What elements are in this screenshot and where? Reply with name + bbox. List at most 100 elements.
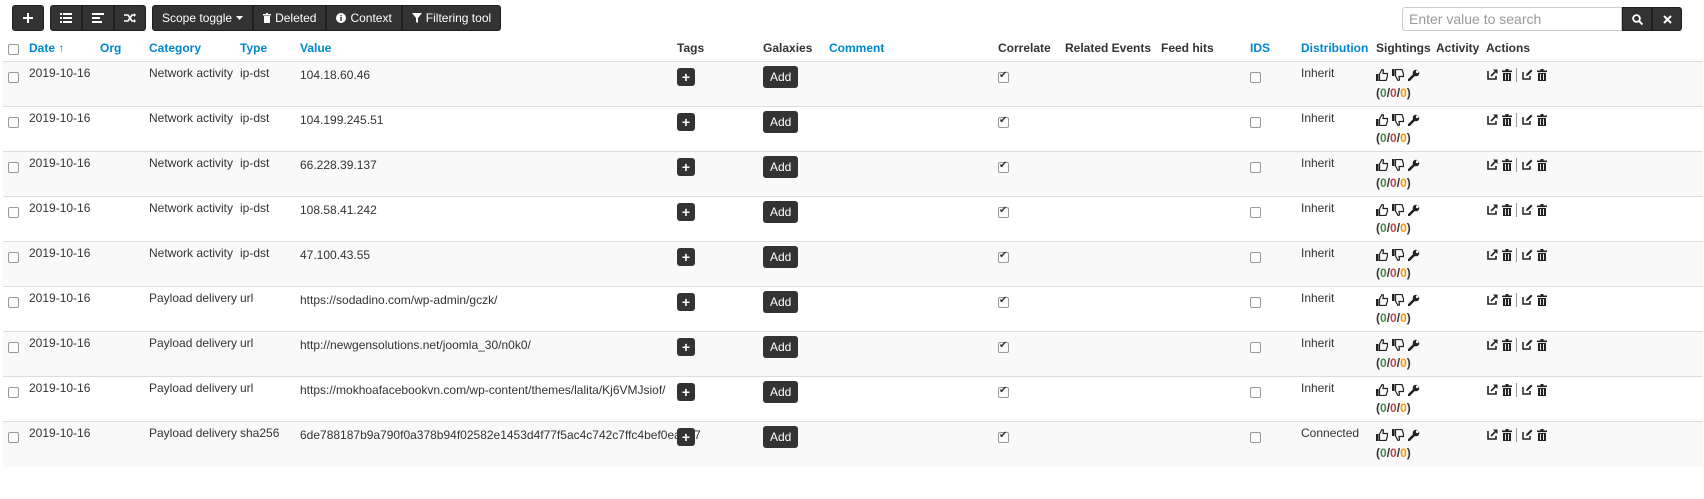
add-galaxy-button[interactable]: Add [763,156,799,178]
thumbs-up-icon[interactable] [1376,114,1388,126]
align-view-button[interactable] [82,5,114,31]
value-cell[interactable]: https://sodadino.com/wp-admin/gczk/ [295,286,672,332]
trash-icon[interactable] [1502,294,1512,306]
trash-icon[interactable] [1502,204,1512,216]
header-type[interactable]: Type [235,35,295,62]
thumbs-down-icon[interactable] [1392,384,1404,396]
correlate-checkbox[interactable] [998,430,1009,444]
thumbs-down-icon[interactable] [1392,204,1404,216]
add-tag-button[interactable]: + [677,428,695,446]
value-cell[interactable]: 47.100.43.55 [295,241,672,287]
edit-icon[interactable] [1521,204,1533,216]
list-view-button[interactable] [50,5,82,31]
value-cell[interactable]: 66.228.39.137 [295,151,672,197]
comment-cell[interactable] [824,106,993,152]
ids-checkbox[interactable] [1250,297,1261,309]
value-cell[interactable]: http://newgensolutions.net/joomla_30/n0k… [295,331,672,377]
add-tag-button[interactable]: + [677,203,695,221]
add-attribute-button[interactable] [12,5,44,31]
value-cell[interactable]: 108.58.41.242 [295,196,672,242]
distribution-cell[interactable]: Connected [1296,421,1371,467]
thumbs-down-icon[interactable] [1392,294,1404,306]
search-button[interactable] [1622,7,1652,31]
distribution-cell[interactable]: Inherit [1296,376,1371,422]
wrench-icon[interactable] [1408,339,1420,351]
row-checkbox[interactable] [8,432,19,444]
trash-icon[interactable] [1502,159,1512,171]
wrench-icon[interactable] [1408,114,1420,126]
filtering-tool-button[interactable]: Filtering tool [401,5,502,31]
trash-icon[interactable] [1502,339,1512,351]
comment-cell[interactable] [824,376,993,422]
thumbs-up-icon[interactable] [1376,159,1388,171]
ids-checkbox[interactable] [1250,207,1261,219]
comment-cell[interactable] [824,151,993,197]
thumbs-down-icon[interactable] [1392,249,1404,261]
thumbs-up-icon[interactable] [1376,294,1388,306]
deleted-button[interactable]: Deleted [253,5,327,31]
share-icon[interactable] [1486,249,1498,261]
share-icon[interactable] [1486,294,1498,306]
value-cell[interactable]: https://mokhoafacebookvn.com/wp-content/… [295,376,672,422]
add-tag-button[interactable]: + [677,383,695,401]
delete-icon[interactable] [1537,204,1547,216]
wrench-icon[interactable] [1408,204,1420,216]
ids-checkbox[interactable] [1250,432,1261,444]
trash-icon[interactable] [1502,384,1512,396]
delete-icon[interactable] [1537,429,1547,441]
value-cell[interactable]: 104.18.60.46 [295,61,672,107]
row-checkbox[interactable] [8,162,19,174]
edit-icon[interactable] [1521,159,1533,171]
add-tag-button[interactable]: + [677,338,695,356]
search-input[interactable] [1402,7,1622,31]
comment-cell[interactable] [824,196,993,242]
wrench-icon[interactable] [1408,294,1420,306]
add-galaxy-button[interactable]: Add [763,66,799,88]
wrench-icon[interactable] [1408,384,1420,396]
distribution-cell[interactable]: Inherit [1296,151,1371,197]
select-all-checkbox[interactable] [8,44,19,56]
ids-checkbox[interactable] [1250,342,1261,354]
ids-checkbox[interactable] [1250,162,1261,174]
share-icon[interactable] [1486,339,1498,351]
header-value[interactable]: Value [295,35,672,62]
thumbs-down-icon[interactable] [1392,69,1404,81]
value-cell[interactable]: 6de788187b9a790f0a378b94f02582e1453d4f77… [295,421,701,467]
header-comment[interactable]: Comment [824,35,993,62]
add-tag-button[interactable]: + [677,248,695,266]
distribution-cell[interactable]: Inherit [1296,286,1371,332]
delete-icon[interactable] [1537,69,1547,81]
delete-icon[interactable] [1537,339,1547,351]
edit-icon[interactable] [1521,294,1533,306]
trash-icon[interactable] [1502,429,1512,441]
comment-cell[interactable] [824,241,993,287]
trash-icon[interactable] [1502,69,1512,81]
shuffle-button[interactable] [114,5,146,31]
edit-icon[interactable] [1521,69,1533,81]
header-distribution[interactable]: Distribution [1296,35,1371,62]
scope-toggle-button[interactable]: Scope toggle [152,5,254,31]
add-galaxy-button[interactable]: Add [763,291,799,313]
delete-icon[interactable] [1537,114,1547,126]
row-checkbox[interactable] [8,207,19,219]
add-galaxy-button[interactable]: Add [763,246,799,268]
row-checkbox[interactable] [8,297,19,309]
correlate-checkbox[interactable] [998,385,1009,399]
trash-icon[interactable] [1502,249,1512,261]
distribution-cell[interactable]: Inherit [1296,241,1371,287]
add-galaxy-button[interactable]: Add [763,426,799,448]
header-date[interactable]: Date ↑ [24,35,95,62]
add-tag-button[interactable]: + [677,158,695,176]
share-icon[interactable] [1486,69,1498,81]
share-icon[interactable] [1486,159,1498,171]
edit-icon[interactable] [1521,429,1533,441]
row-checkbox[interactable] [8,117,19,129]
correlate-checkbox[interactable] [998,115,1009,129]
header-category[interactable]: Category [144,35,235,62]
row-checkbox[interactable] [8,342,19,354]
wrench-icon[interactable] [1408,429,1420,441]
wrench-icon[interactable] [1408,69,1420,81]
correlate-checkbox[interactable] [998,340,1009,354]
thumbs-down-icon[interactable] [1392,159,1404,171]
edit-icon[interactable] [1521,114,1533,126]
